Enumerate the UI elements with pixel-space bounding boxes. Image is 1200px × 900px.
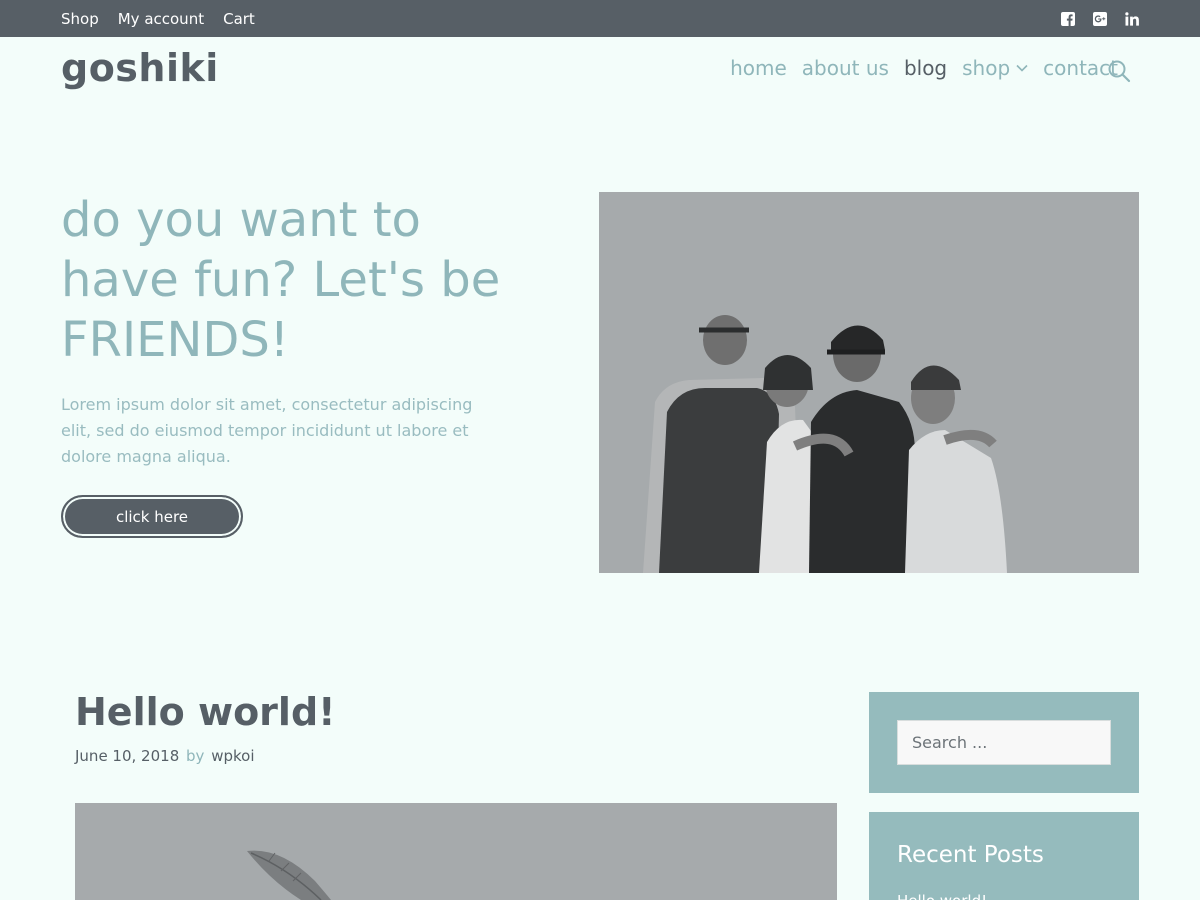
post-meta: June 10, 2018 by wpkoi [75,747,255,765]
nav-item-blog[interactable]: blog [904,56,947,80]
click-here-button[interactable]: click here [61,495,243,538]
top-bar: Shop My account Cart [0,0,1200,37]
hero-image-friends [599,192,1139,573]
recent-post-item[interactable]: Hello world! [897,892,987,900]
post-title[interactable]: Hello world! [75,690,335,734]
linkedin-icon[interactable] [1125,11,1139,26]
nav-item-label: blog [903,56,948,80]
hero-heading: do you want to have fun? Let's be FRIEND… [61,192,501,368]
hero-text: Lorem ipsum dolor sit amet, consectetur … [61,395,473,466]
search-input[interactable] [897,720,1111,765]
nav-item-label: shop [962,56,1011,80]
top-link-my-account[interactable]: My account [118,10,204,28]
leaf-photo [75,803,837,900]
nav-item-shop[interactable]: shop [962,56,1028,80]
main-navigation: home about us blog shop contact [715,56,1118,80]
chevron-down-icon [1016,64,1028,72]
friends-photo [599,192,1139,573]
nav-item-home[interactable]: home [730,56,787,80]
recent-posts-title: Recent Posts [897,842,1044,868]
post-by-label: by [186,747,205,765]
search-widget [869,692,1139,793]
nav-item-about-us[interactable]: about us [802,56,889,80]
post-author[interactable]: wpkoi [211,747,254,765]
google-plus-icon[interactable] [1093,11,1107,26]
search-icon[interactable] [1107,59,1131,83]
nav-item-label: about us [801,56,889,80]
nav-item-label: home [730,56,787,80]
top-link-shop[interactable]: Shop [61,10,99,28]
top-link-cart[interactable]: Cart [223,10,255,28]
social-links [1061,0,1139,37]
recent-posts-widget: Recent Posts Hello world! [869,812,1139,900]
top-bar-links: Shop My account Cart [61,0,255,37]
facebook-icon[interactable] [1061,11,1075,26]
post-featured-image[interactable] [75,803,837,900]
site-title[interactable]: goshiki [61,46,219,90]
post-date[interactable]: June 10, 2018 [75,747,179,765]
